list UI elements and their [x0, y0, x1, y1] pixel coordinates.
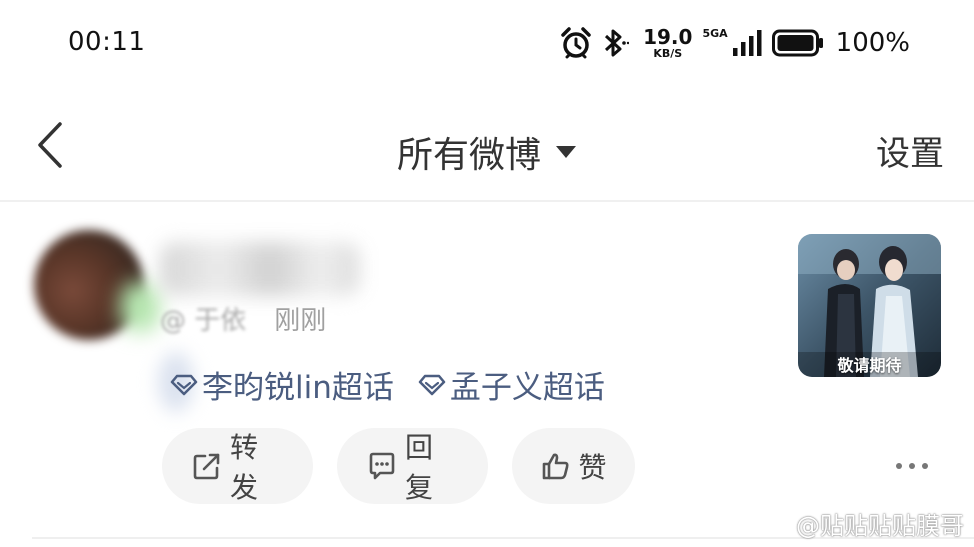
- feed-filter-dropdown[interactable]: 所有微博: [0, 126, 974, 178]
- topic-list: 李昀锐lin超话 孟子义超话: [170, 362, 605, 407]
- watermark: @贴贴贴贴膜哥: [762, 506, 964, 541]
- network-speed-unit: KB/S: [653, 47, 683, 60]
- thumbnail-caption: 敬请期待: [837, 356, 902, 375]
- share-icon: [192, 451, 222, 481]
- post-actions: 转发 回复 赞: [162, 428, 635, 504]
- network-speed-value: 19.0: [643, 25, 693, 49]
- settings-button[interactable]: 设置: [876, 126, 944, 175]
- diamond-icon: [418, 373, 446, 397]
- topic-link-1[interactable]: 李昀锐lin超话: [170, 362, 394, 407]
- status-bar: 00:11 19.0 KB/S 5GA 100%: [0, 0, 974, 86]
- avatar-blur-overlay: [120, 282, 160, 332]
- feed-item: @ 于依 刚刚 李昀锐lin超话 孟子义超话 转发 回复 赞 敬请期待: [0, 202, 974, 547]
- nav-bar: 所有微博 设置: [0, 96, 974, 202]
- network-speed: 19.0 KB/S: [643, 27, 692, 59]
- bluetooth-icon: [601, 28, 630, 58]
- alarm-icon: [561, 27, 591, 59]
- weibo-logo-icon: [762, 512, 792, 536]
- topic-label-1: 李昀锐lin超话: [202, 370, 394, 406]
- repost-button[interactable]: 转发: [162, 428, 313, 504]
- topic-label-2: 孟子义超话: [449, 370, 605, 406]
- comment-icon: [367, 451, 397, 481]
- post-time: 刚刚: [274, 306, 327, 336]
- reply-label: 回复: [405, 431, 434, 504]
- post-thumbnail[interactable]: 敬请期待: [798, 234, 941, 377]
- caret-down-icon: [555, 145, 577, 159]
- signal-icon: 5GA: [702, 27, 762, 58]
- battery-icon: [771, 29, 824, 57]
- battery-percent: 100%: [835, 28, 910, 58]
- like-label: 赞: [578, 451, 607, 484]
- watermark-text: @贴贴贴贴膜哥: [796, 512, 964, 540]
- post-meta: @ 于依 刚刚: [160, 300, 326, 337]
- repost-label: 转发: [230, 431, 259, 504]
- diamond-icon: [170, 373, 198, 397]
- like-button[interactable]: 赞: [512, 428, 635, 504]
- username-blurred[interactable]: [160, 242, 360, 296]
- status-time: 00:11: [68, 27, 146, 57]
- topic-link-2[interactable]: 孟子义超话: [418, 362, 605, 407]
- more-dots-icon[interactable]: [896, 456, 928, 476]
- signal-label: 5GA: [702, 27, 728, 40]
- reply-button[interactable]: 回复: [337, 428, 488, 504]
- post-source: @ 于依: [160, 306, 247, 336]
- page-title: 所有微博: [396, 135, 541, 176]
- status-icons: 19.0 KB/S 5GA 100%: [561, 25, 910, 61]
- thumbs-up-icon: [541, 451, 571, 481]
